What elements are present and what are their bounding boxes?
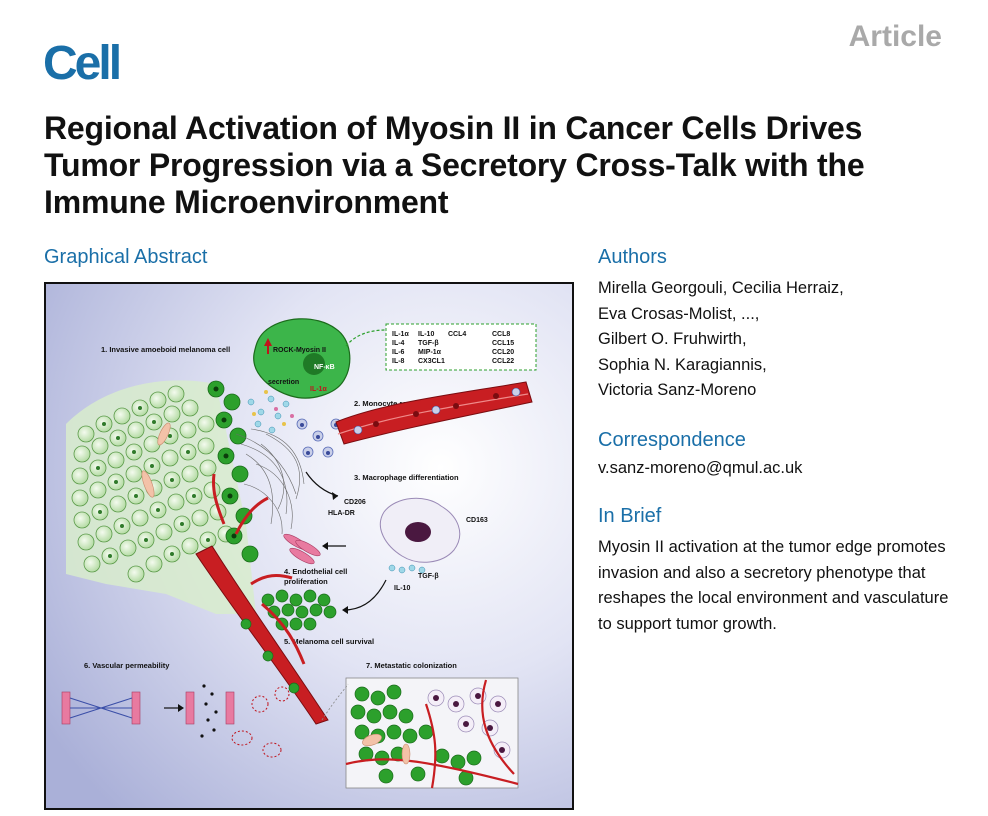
- hladr-label: HLA-DR: [328, 510, 355, 517]
- in-brief-heading: In Brief: [598, 505, 662, 527]
- correspondence-heading: Correspondence: [598, 429, 746, 451]
- step3-label: 3. Macrophage differentiation: [354, 473, 459, 482]
- graphical-abstract-figure: ROCK-Myosin II secretion NF-κB IL-1α IL-…: [44, 282, 574, 810]
- cytokine-cell: CCL15: [492, 340, 514, 347]
- graphical-abstract-illustration: ROCK-Myosin II secretion NF-κB IL-1α IL-…: [46, 284, 572, 808]
- step4-label: 4. Endothelial cell: [284, 567, 347, 576]
- il1a-inner-label: IL-1α: [310, 386, 327, 393]
- cytokine-cell: IL-10: [418, 331, 434, 338]
- author-line: Eva Crosas-Molist, ...,: [598, 304, 760, 323]
- secretion-label: secretion: [268, 379, 299, 386]
- nfkb-label: NF-κB: [314, 364, 335, 371]
- article-title: Regional Activation of Myosin II in Canc…: [44, 110, 865, 220]
- step5-label: 5. Melanoma cell survival: [284, 637, 374, 646]
- correspondence-email[interactable]: v.sanz-moreno@qmul.ac.uk: [598, 456, 802, 482]
- cytokine-cell: CCL22: [492, 358, 514, 365]
- cytokine-cell: IL-4: [392, 340, 405, 347]
- cytokine-cell: MIP-1α: [418, 349, 442, 356]
- cd163-label: CD163: [466, 517, 488, 524]
- step1-label: 1. Invasive amoeboid melanoma cell: [101, 345, 230, 354]
- article-type-label: Article: [848, 20, 942, 53]
- cytokine-cell: CCL20: [492, 349, 514, 356]
- author-line: Victoria Sanz-Moreno: [598, 381, 757, 399]
- authors-list: Mirella Georgouli, Cecilia Herraiz, Eva …: [598, 276, 844, 404]
- cd206-label: CD206: [344, 499, 366, 506]
- authors-heading: Authors: [598, 246, 667, 268]
- il10-label: IL-10: [394, 585, 410, 592]
- author-line: Gilbert O. Fruhwirth,: [598, 330, 747, 348]
- author-line: Mirella Georgouli, Cecilia Herraiz,: [598, 279, 844, 297]
- rock-label: ROCK-Myosin II: [273, 347, 326, 354]
- author-line: Sophia N. Karagiannis,: [598, 355, 767, 374]
- cytokine-cell: IL-1α: [392, 331, 409, 338]
- cytokine-cell: IL-8: [392, 358, 405, 365]
- cytokine-cell: CX3CL1: [418, 358, 445, 365]
- cytokine-cell: CCL4: [448, 331, 466, 338]
- cytokine-cell: TGF-β: [418, 340, 439, 347]
- step7-label: 7. Metastatic colonization: [366, 661, 457, 670]
- in-brief-text: Myosin II activation at the tumor edge p…: [598, 538, 949, 633]
- graphical-abstract-heading: Graphical Abstract: [44, 246, 208, 268]
- journal-logo: Cell: [43, 37, 122, 90]
- metastatic-colonization-panel: [345, 677, 519, 789]
- cytokine-cell: IL-6: [392, 349, 405, 356]
- cytokine-cell: CCL8: [492, 331, 510, 338]
- tgfb-label: TGF-β: [418, 573, 439, 580]
- step6-label: 6. Vascular permeability: [84, 661, 170, 670]
